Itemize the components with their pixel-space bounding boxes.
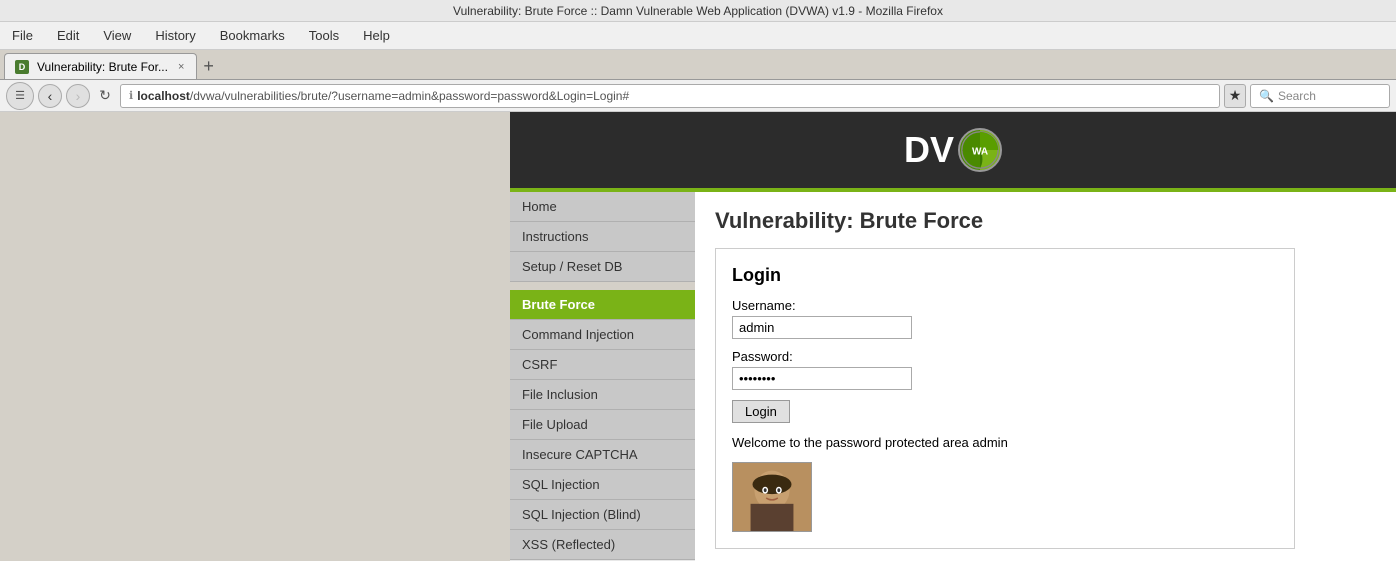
forward-icon: › bbox=[76, 88, 81, 104]
menu-file[interactable]: File bbox=[8, 26, 37, 45]
dvwa-logo: DV WA bbox=[904, 128, 1002, 172]
dvwa-main: Vulnerability: Brute Force Login Usernam… bbox=[695, 192, 1396, 561]
active-tab[interactable]: D Vulnerability: Brute For... × bbox=[4, 53, 197, 79]
address-bar: ☰ ‹ › ↻ ℹ localhost /dvwa/vulnerabilitie… bbox=[0, 80, 1396, 112]
dvwa-content: Home Instructions Setup / Reset DB Brute… bbox=[510, 192, 1396, 561]
welcome-text: Welcome to the password protected area a… bbox=[732, 435, 1278, 450]
sidebar-item-brute-force[interactable]: Brute Force bbox=[510, 290, 695, 320]
svg-text:WA: WA bbox=[972, 147, 988, 158]
menu-bookmarks[interactable]: Bookmarks bbox=[216, 26, 289, 45]
avatar-image bbox=[733, 462, 811, 532]
menu-bar: File Edit View History Bookmarks Tools H… bbox=[0, 22, 1396, 50]
profile-button[interactable]: ☰ bbox=[6, 82, 34, 110]
sidebar-item-insecure-captcha[interactable]: Insecure CAPTCHA bbox=[510, 440, 695, 470]
sidebar-item-setup[interactable]: Setup / Reset DB bbox=[510, 252, 695, 282]
sidebar-item-home[interactable]: Home bbox=[510, 192, 695, 222]
refresh-button[interactable]: ↻ bbox=[94, 85, 116, 107]
sidebar-divider bbox=[510, 282, 695, 290]
sidebar-item-command-injection[interactable]: Command Injection bbox=[510, 320, 695, 350]
login-button[interactable]: Login bbox=[732, 400, 790, 423]
tab-favicon: D bbox=[15, 60, 29, 74]
url-bar[interactable]: ℹ localhost /dvwa/vulnerabilities/brute/… bbox=[120, 84, 1220, 108]
refresh-icon: ↻ bbox=[99, 87, 111, 104]
menu-view[interactable]: View bbox=[99, 26, 135, 45]
sidebar-item-sql-injection-blind[interactable]: SQL Injection (Blind) bbox=[510, 500, 695, 530]
dvwa-header: DV WA bbox=[510, 112, 1396, 192]
logo-svg: WA bbox=[960, 128, 1000, 172]
tab-label: Vulnerability: Brute For... bbox=[37, 60, 168, 74]
menu-help[interactable]: Help bbox=[359, 26, 394, 45]
page-title: Vulnerability: Brute Force bbox=[715, 208, 1376, 234]
url-path: /dvwa/vulnerabilities/brute/?username=ad… bbox=[190, 89, 629, 103]
login-title: Login bbox=[732, 265, 1278, 286]
dvwa-sidebar: Home Instructions Setup / Reset DB Brute… bbox=[510, 192, 695, 561]
logo-dv: DV bbox=[904, 129, 954, 171]
username-input[interactable] bbox=[732, 316, 912, 339]
sidebar-item-sql-injection[interactable]: SQL Injection bbox=[510, 470, 695, 500]
search-icon: 🔍 bbox=[1259, 89, 1274, 103]
dvwa-app: DV WA Home Instructions Setup / Res bbox=[510, 112, 1396, 561]
url-host: localhost bbox=[137, 89, 190, 103]
window-title: Vulnerability: Brute Force :: Damn Vulne… bbox=[453, 4, 943, 18]
sidebar-item-instructions[interactable]: Instructions bbox=[510, 222, 695, 252]
search-box[interactable]: 🔍 Search bbox=[1250, 84, 1390, 108]
forward-button: › bbox=[66, 84, 90, 108]
browser-content: DV WA Home Instructions Setup / Res bbox=[0, 112, 1396, 561]
avatar bbox=[732, 462, 812, 532]
new-tab-button[interactable]: + bbox=[197, 53, 220, 79]
sidebar-item-file-inclusion[interactable]: File Inclusion bbox=[510, 380, 695, 410]
logo-circle: WA bbox=[958, 128, 1002, 172]
tab-bar: D Vulnerability: Brute For... × + bbox=[0, 50, 1396, 80]
menu-tools[interactable]: Tools bbox=[305, 26, 343, 45]
left-panel bbox=[0, 112, 510, 561]
login-box: Login Username: Password: Login Welcome … bbox=[715, 248, 1295, 549]
back-icon: ‹ bbox=[48, 88, 53, 104]
sidebar-item-file-upload[interactable]: File Upload bbox=[510, 410, 695, 440]
password-label: Password: bbox=[732, 349, 1278, 364]
bookmark-button[interactable]: ★ bbox=[1224, 84, 1246, 108]
title-bar: Vulnerability: Brute Force :: Damn Vulne… bbox=[0, 0, 1396, 22]
back-button[interactable]: ‹ bbox=[38, 84, 62, 108]
sidebar-item-csrf[interactable]: CSRF bbox=[510, 350, 695, 380]
secure-icon: ℹ bbox=[129, 89, 133, 102]
menu-history[interactable]: History bbox=[151, 26, 199, 45]
username-label: Username: bbox=[732, 298, 1278, 313]
password-input[interactable] bbox=[732, 367, 912, 390]
tab-close-button[interactable]: × bbox=[176, 61, 186, 73]
menu-edit[interactable]: Edit bbox=[53, 26, 83, 45]
search-placeholder: Search bbox=[1278, 89, 1316, 103]
sidebar-item-xss-reflected[interactable]: XSS (Reflected) bbox=[510, 530, 695, 560]
